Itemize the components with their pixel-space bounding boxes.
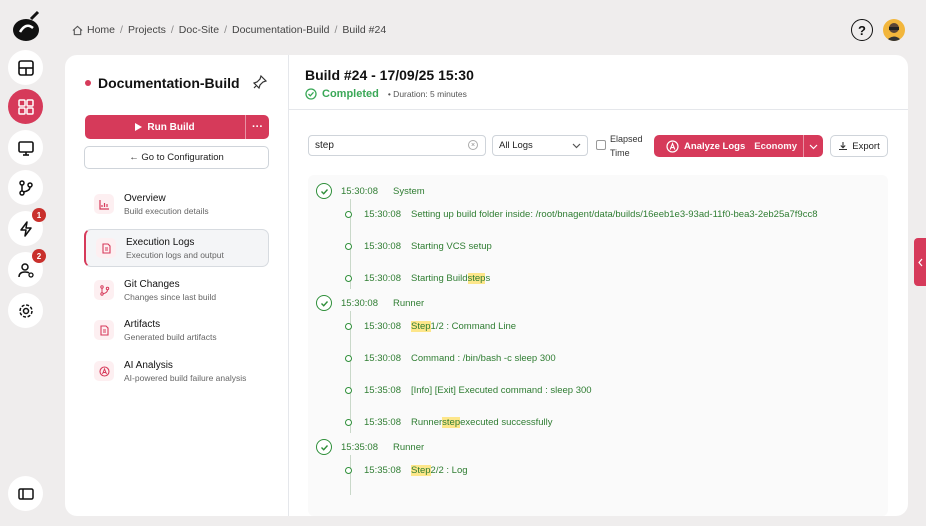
search-input[interactable]: step × xyxy=(308,135,486,156)
project-title: Documentation-Build xyxy=(85,75,240,91)
export-button[interactable]: Export xyxy=(830,135,888,157)
main-card: Documentation-Build Run Build ··· ← Go t… xyxy=(65,55,908,516)
analyze-logs-button[interactable]: Analyze Logs Economy xyxy=(654,135,823,157)
log-filter-select[interactable]: All Logs xyxy=(492,135,588,156)
expand-panel-button[interactable] xyxy=(914,238,926,286)
app-logo-icon[interactable] xyxy=(11,10,41,42)
search-highlight: Step xyxy=(410,321,431,332)
divider xyxy=(289,109,908,110)
clear-icon[interactable]: × xyxy=(468,140,478,150)
collapse-sidebar-button[interactable] xyxy=(8,476,43,511)
triggers-nav-button[interactable]: 1 xyxy=(8,208,46,246)
git-branch-icon xyxy=(18,179,33,196)
chevron-down-icon xyxy=(572,143,581,149)
grid-icon xyxy=(17,98,34,115)
sidebar-item-overview[interactable]: Overview Build execution details xyxy=(84,185,269,223)
sidebar-item-git-changes[interactable]: Git Changes Changes since last build xyxy=(84,271,269,309)
log-line: 15:30:08 Setting up build folder inside: … xyxy=(345,209,818,220)
run-options-button[interactable]: ··· xyxy=(245,115,269,139)
notification-badge: 2 xyxy=(32,249,46,263)
elapsed-time-checkbox[interactable] xyxy=(596,140,606,150)
go-to-configuration-button[interactable]: ← Go to Configuration xyxy=(84,146,269,169)
sidebar-item-ai-analysis[interactable]: AI Analysis AI-powered build failure anal… xyxy=(84,352,269,390)
log-line: 15:35:08 [Info] [Exit] Executed command :… xyxy=(345,385,592,396)
log-group[interactable]: 15:35:08 Runner xyxy=(316,439,424,455)
help-icon[interactable]: ? xyxy=(851,19,873,41)
search-highlight: step xyxy=(442,417,461,428)
search-highlight: Step xyxy=(410,465,431,476)
gear-icon xyxy=(18,303,33,318)
dashboard-nav-button[interactable] xyxy=(8,50,43,85)
vcs-nav-button[interactable] xyxy=(8,170,43,205)
home-icon xyxy=(72,25,83,35)
lightning-icon xyxy=(19,220,32,237)
log-line: 15:30:08 Starting Build step s xyxy=(345,273,490,284)
breadcrumb: Home / Projects / Doc-Site / Documentati… xyxy=(72,24,386,36)
agents-nav-button[interactable] xyxy=(8,130,43,165)
file-icon xyxy=(99,324,109,336)
breadcrumb-project[interactable]: Doc-Site xyxy=(179,24,219,36)
elapsed-time-toggle[interactable]: Elapsed Time xyxy=(596,132,643,160)
document-icon xyxy=(101,242,111,254)
log-viewer: 15:30:08 System 15:30:08 Setting up build… xyxy=(308,175,888,516)
monitor-icon xyxy=(17,140,34,156)
log-line: 15:35:08 Runner step executed successfull… xyxy=(345,417,553,428)
layout-icon xyxy=(17,59,34,76)
notification-badge: 1 xyxy=(32,208,46,222)
settings-nav-button[interactable] xyxy=(8,293,43,328)
chevron-left-icon xyxy=(917,258,922,266)
log-line: 15:30:08 Starting VCS setup xyxy=(345,241,492,252)
users-nav-button[interactable]: 2 xyxy=(8,249,46,287)
run-build-button[interactable]: Run Build ··· xyxy=(85,115,269,139)
log-line: 15:30:08 Step 1/2 : Command Line xyxy=(345,321,516,332)
chevron-down-icon xyxy=(809,144,818,149)
analyze-options-button[interactable] xyxy=(803,135,823,157)
log-group[interactable]: 15:30:08 System xyxy=(316,183,425,199)
breadcrumb-current: Build #24 xyxy=(342,24,387,36)
sidebar-item-execution-logs[interactable]: Execution Logs Execution logs and output xyxy=(84,229,269,267)
breadcrumb-projects[interactable]: Projects xyxy=(128,24,166,36)
status-dot xyxy=(85,80,91,86)
git-branch-icon xyxy=(99,284,109,296)
ai-icon xyxy=(666,139,679,153)
check-circle-icon xyxy=(305,88,317,100)
log-group[interactable]: 15:30:08 Runner xyxy=(316,295,424,311)
pin-icon[interactable] xyxy=(253,75,267,89)
ai-icon xyxy=(98,365,110,377)
search-highlight: step xyxy=(467,273,486,284)
user-settings-icon xyxy=(17,262,34,278)
status-badge: Completed • Duration: 5 minutes xyxy=(305,88,467,100)
play-icon xyxy=(135,123,143,131)
check-icon xyxy=(320,300,328,307)
left-rail: 1 2 xyxy=(0,0,52,526)
log-line: 15:35:08 Step 2/2 : Log xyxy=(345,465,468,476)
logs-panel: Build #24 - 17/09/25 15:30 Completed • D… xyxy=(289,55,908,516)
avatar[interactable] xyxy=(883,19,905,41)
check-icon xyxy=(320,444,328,451)
download-icon xyxy=(839,142,848,151)
breadcrumb-home[interactable]: Home xyxy=(87,24,115,36)
sidebar-item-artifacts[interactable]: Artifacts Generated build artifacts xyxy=(84,311,269,349)
build-sidebar: Documentation-Build Run Build ··· ← Go t… xyxy=(65,55,289,516)
page-title: Build #24 - 17/09/25 15:30 xyxy=(305,67,474,83)
log-line: 15:30:08 Command : /bin/bash -c sleep 300 xyxy=(345,353,556,364)
projects-nav-button[interactable] xyxy=(8,89,43,124)
breadcrumb-config[interactable]: Documentation-Build xyxy=(232,24,329,36)
sidebar-toggle-icon xyxy=(17,487,34,500)
check-icon xyxy=(320,188,328,195)
chart-icon xyxy=(98,199,109,210)
